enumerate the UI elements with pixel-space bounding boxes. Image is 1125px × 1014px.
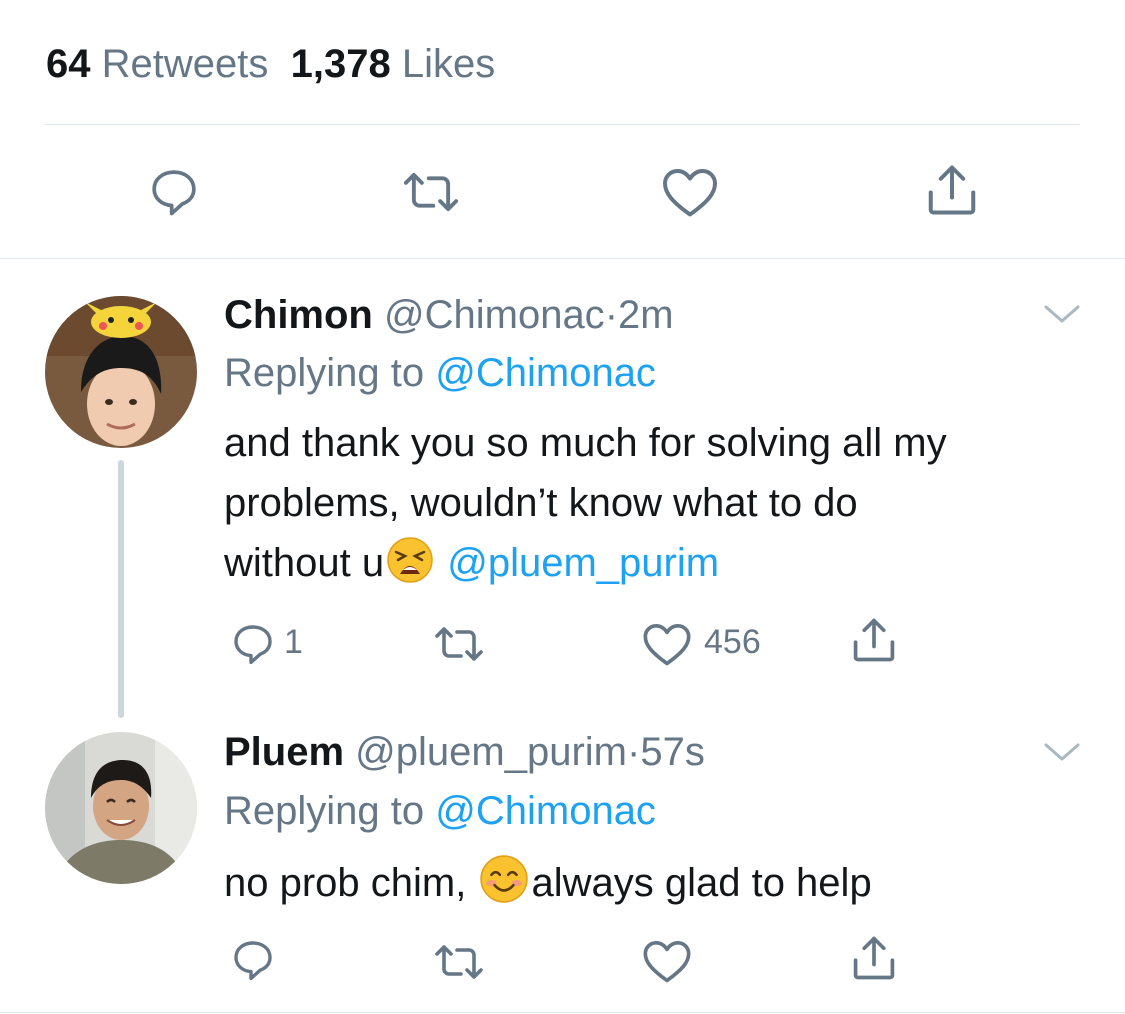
reply-count: 1 — [284, 623, 303, 661]
share-icon[interactable] — [848, 932, 900, 984]
like-icon[interactable] — [641, 937, 693, 985]
tweet-text-pluem: no prob chim, always glad to help — [224, 853, 1104, 921]
share-icon[interactable] — [848, 614, 900, 666]
like-count: 456 — [704, 623, 761, 661]
chevron-down-icon[interactable] — [1042, 302, 1082, 331]
replying-to-mention[interactable]: @Chimonac — [435, 351, 656, 395]
mention-pluem[interactable]: @pluem_purim — [447, 541, 719, 585]
retweet-icon[interactable] — [399, 166, 463, 218]
user-handle[interactable]: @pluem_purim — [355, 730, 627, 774]
separator-dot: · — [627, 730, 641, 774]
likes-label[interactable]: Likes — [402, 42, 495, 86]
avatar-chimon[interactable] — [45, 296, 197, 448]
tweet-text-line: and thank you so much for solving all my — [224, 421, 947, 465]
tweet-text-chimon: and thank you so much for solving all my… — [224, 413, 1104, 601]
user-handle[interactable]: @Chimonac — [384, 293, 605, 337]
like-icon[interactable] — [660, 164, 720, 220]
reply-icon[interactable] — [229, 620, 277, 668]
chevron-down-icon[interactable] — [1042, 740, 1082, 769]
bottom-divider — [0, 1012, 1125, 1013]
like-icon[interactable] — [641, 620, 693, 668]
smiling-face-emoji — [479, 854, 529, 921]
tweet-text-part: always glad to help — [531, 861, 872, 905]
tweet-text-line: problems, wouldn’t know what to do — [224, 481, 858, 525]
separator-dot: · — [604, 293, 619, 337]
avatar-pluem[interactable] — [45, 732, 197, 884]
section-divider — [0, 258, 1125, 259]
replying-prefix: Replying to — [224, 351, 425, 395]
tweet-text-part: no prob chim, — [224, 861, 467, 905]
retweet-icon[interactable] — [430, 940, 488, 984]
replying-to: Replying to @Chimonac — [224, 349, 656, 397]
timestamp[interactable]: 57s — [640, 730, 705, 774]
retweets-label[interactable]: Retweets — [102, 42, 269, 86]
likes-count[interactable]: 1,378 — [291, 42, 391, 86]
thread-line — [118, 460, 124, 718]
replying-to-mention[interactable]: @Chimonac — [435, 789, 656, 833]
share-icon[interactable] — [922, 160, 982, 220]
tweet-stats: 64 Retweets 1,378 Likes — [46, 40, 495, 88]
reply-icon[interactable] — [146, 164, 202, 220]
tweet-header-chimon: Chimon @Chimonac·2m — [224, 291, 674, 339]
retweets-count[interactable]: 64 — [46, 42, 91, 86]
display-name[interactable]: Pluem — [224, 730, 344, 774]
weary-face-emoji — [386, 536, 434, 601]
reply-icon[interactable] — [229, 936, 277, 984]
tweet-text-line: without u — [224, 541, 385, 585]
stats-divider — [44, 124, 1080, 125]
replying-to: Replying to @Chimonac — [224, 787, 656, 835]
timestamp[interactable]: 2m — [618, 293, 674, 337]
display-name[interactable]: Chimon — [224, 293, 373, 337]
replying-prefix: Replying to — [224, 789, 425, 833]
retweet-icon[interactable] — [430, 622, 488, 666]
tweet-header-pluem: Pluem @pluem_purim·57s — [224, 728, 705, 776]
